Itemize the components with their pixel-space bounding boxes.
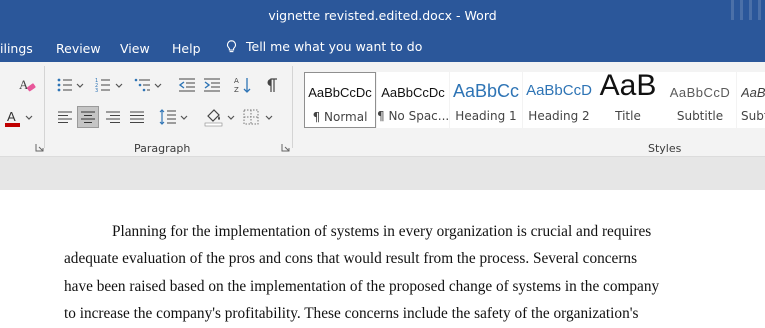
ruler-area [0, 157, 765, 190]
chevron-down-icon[interactable] [180, 115, 188, 121]
style-label: Subtl [741, 109, 765, 123]
chevron-down-icon[interactable] [227, 115, 235, 121]
style-label: ¶ No Spac... [377, 109, 449, 123]
svg-text:A: A [234, 77, 239, 85]
window-control-edge [731, 0, 734, 20]
paragraph-group-label: Paragraph [134, 142, 191, 155]
style-subtle-emphasis[interactable]: AaBl Subtl [737, 72, 765, 128]
style-label: Heading 1 [455, 109, 517, 123]
multilevel-list-icon[interactable] [134, 77, 151, 93]
group-separator [292, 66, 293, 148]
svg-text:Z: Z [234, 86, 239, 94]
paragraph-line: Planning for the implementation of syste… [112, 223, 652, 240]
style-preview: AaBbCc [452, 81, 520, 101]
tell-me-text: Tell me what you want to do [246, 39, 423, 54]
borders-icon[interactable] [243, 109, 259, 125]
svg-text:3: 3 [95, 88, 98, 93]
style-label: ¶ Normal [312, 110, 368, 124]
style-label: Title [615, 109, 641, 123]
tab-help[interactable]: Help [172, 41, 201, 56]
tell-me-search[interactable]: Tell me what you want to do [226, 39, 422, 54]
font-color-icon[interactable]: A [4, 108, 22, 130]
svg-text:A: A [19, 77, 29, 92]
style-preview: AaBbCcDc [381, 85, 445, 100]
show-formatting-marks-icon[interactable] [266, 77, 278, 93]
decrease-indent-icon[interactable] [178, 77, 196, 93]
chevron-down-icon[interactable] [25, 115, 33, 121]
ribbon: A A 1 2 3 A Z Paragraph AaBbCcDc ¶ Norma… [0, 62, 765, 157]
paragraph-dialog-launcher-icon[interactable] [281, 143, 290, 152]
chevron-down-icon[interactable] [265, 115, 273, 121]
lightbulb-icon [226, 40, 237, 53]
line-spacing-icon[interactable] [159, 108, 177, 126]
style-no-spacing[interactable]: AaBbCcDc ¶ No Spac... [377, 72, 449, 128]
window-control-edge [758, 0, 761, 20]
paragraph-line: have been raised based on the implementa… [64, 278, 660, 295]
sort-icon[interactable]: A Z [234, 76, 252, 94]
style-preview: AaB [599, 69, 657, 102]
justify-icon[interactable] [129, 110, 145, 124]
window-control-edge [740, 0, 743, 20]
style-preview: AaBbCcDc [308, 85, 372, 100]
clear-formatting-icon[interactable]: A [18, 76, 36, 94]
window-title: vignette revisted.edited.docx - Word [268, 8, 497, 23]
style-normal[interactable]: AaBbCcDc ¶ Normal [304, 72, 376, 128]
align-right-icon[interactable] [105, 110, 121, 124]
align-center-button[interactable] [77, 106, 99, 128]
align-center-icon [81, 111, 95, 123]
chevron-down-icon[interactable] [115, 83, 123, 89]
style-label: Subtitle [676, 109, 724, 123]
bullets-icon[interactable] [57, 77, 73, 93]
group-separator [44, 66, 45, 148]
paragraph-line: to increase the company's profitability.… [64, 305, 639, 322]
styles-group-label: Styles [648, 142, 682, 155]
style-subtitle[interactable]: AaBbCcD Subtitle [664, 72, 736, 128]
style-heading-2[interactable]: AaBbCcD Heading 2 [523, 72, 595, 128]
style-label: Heading 2 [528, 109, 590, 123]
tab-review[interactable]: Review [56, 41, 101, 56]
chevron-down-icon[interactable] [154, 83, 162, 89]
style-preview: AaBbCcD [526, 82, 592, 99]
align-left-icon[interactable] [57, 110, 73, 124]
tab-view[interactable]: View [120, 41, 150, 56]
numbering-icon[interactable]: 1 2 3 [95, 77, 111, 93]
ribbon-tabs: ilings Review View Help Tell me what you… [0, 34, 765, 62]
style-preview: AaBl [741, 85, 765, 100]
window-control-edge [749, 0, 752, 20]
style-title[interactable]: AaB Title [592, 69, 664, 128]
style-heading-1[interactable]: AaBbCc Heading 1 [450, 72, 522, 128]
title-bar: vignette revisted.edited.docx - Word [0, 0, 765, 34]
style-preview: AaBbCcD [669, 85, 731, 100]
font-dialog-launcher-icon[interactable] [35, 143, 44, 152]
increase-indent-icon[interactable] [203, 77, 221, 93]
shading-icon[interactable] [204, 107, 224, 127]
svg-text:A: A [7, 109, 16, 124]
paragraph-line: adequate evaluation of the pros and cons… [64, 250, 638, 267]
tab-mailings[interactable]: ilings [0, 41, 33, 56]
chevron-down-icon[interactable] [76, 83, 84, 89]
document-page[interactable]: Planning for the implementation of syste… [0, 190, 765, 328]
